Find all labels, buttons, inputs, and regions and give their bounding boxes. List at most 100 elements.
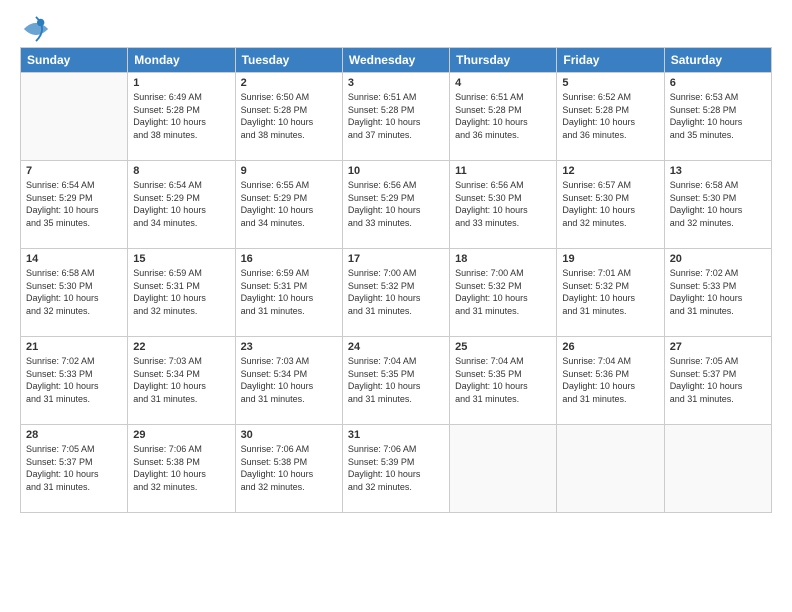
day-number: 11 [455,165,551,177]
calendar-cell [664,425,771,513]
calendar-cell: 15Sunrise: 6:59 AMSunset: 5:31 PMDayligh… [128,249,235,337]
day-number: 23 [241,341,337,353]
calendar-header-sunday: Sunday [21,48,128,73]
day-number: 17 [348,253,444,265]
calendar-cell: 12Sunrise: 6:57 AMSunset: 5:30 PMDayligh… [557,161,664,249]
calendar-cell: 16 Sunrise: 6:59 AMSunset: 5:31 PMDayligh… [235,249,342,337]
calendar-cell: 17 Sunrise: 7:00 AMSunset: 5:32 PMDayligh… [342,249,449,337]
day-info: Sunrise: 7:03 AMSunset: 5:34 PMDaylight:… [133,355,229,405]
day-number: 15 [133,253,229,265]
calendar-cell: 26 Sunrise: 7:04 AMSunset: 5:36 PMDayligh… [557,337,664,425]
calendar-header-wednesday: Wednesday [342,48,449,73]
day-number: 21 [26,341,122,353]
calendar-cell: 29 Sunrise: 7:06 AMSunset: 5:38 PMDayligh… [128,425,235,513]
calendar-cell: 24 Sunrise: 7:04 AMSunset: 5:35 PMDayligh… [342,337,449,425]
day-number: 22 [133,341,229,353]
calendar-cell [21,73,128,161]
calendar-cell: 10 Sunrise: 6:56 AMSunset: 5:29 PMDayligh… [342,161,449,249]
day-info: Sunrise: 7:01 AMSunset: 5:32 PMDaylight:… [562,267,658,317]
day-info: Sunrise: 6:50 AMSunset: 5:28 PMDaylight:… [241,91,337,141]
calendar-header-row: SundayMondayTuesdayWednesdayThursdayFrid… [21,48,772,73]
day-number: 18 [455,253,551,265]
page: SundayMondayTuesdayWednesdayThursdayFrid… [0,0,792,612]
day-info: Sunrise: 6:59 AMSunset: 5:31 PMDaylight:… [241,267,337,317]
day-number: 27 [670,341,766,353]
day-info: Sunrise: 6:58 AMSunset: 5:30 PMDaylight:… [670,179,766,229]
day-info: Sunrise: 6:52 AMSunset: 5:28 PMDaylight:… [562,91,658,141]
logo-icon [22,15,50,43]
day-number: 13 [670,165,766,177]
calendar-cell: 3 Sunrise: 6:51 AMSunset: 5:28 PMDaylight… [342,73,449,161]
day-info: Sunrise: 6:54 AMSunset: 5:29 PMDaylight:… [26,179,122,229]
calendar-week-3: 14Sunrise: 6:58 AMSunset: 5:30 PMDayligh… [21,249,772,337]
day-info: Sunrise: 7:03 AMSunset: 5:34 PMDaylight:… [241,355,337,405]
day-info: Sunrise: 7:02 AMSunset: 5:33 PMDaylight:… [26,355,122,405]
calendar-cell: 28Sunrise: 7:05 AMSunset: 5:37 PMDayligh… [21,425,128,513]
day-number: 16 [241,253,337,265]
day-number: 6 [670,77,766,89]
calendar-cell: 5 Sunrise: 6:52 AMSunset: 5:28 PMDaylight… [557,73,664,161]
calendar-week-1: 1Sunrise: 6:49 AMSunset: 5:28 PMDaylight… [21,73,772,161]
calendar-cell: 20Sunrise: 7:02 AMSunset: 5:33 PMDayligh… [664,249,771,337]
calendar-cell: 25Sunrise: 7:04 AMSunset: 5:35 PMDayligh… [450,337,557,425]
calendar-cell: 22 Sunrise: 7:03 AMSunset: 5:34 PMDayligh… [128,337,235,425]
day-number: 10 [348,165,444,177]
day-info: Sunrise: 7:06 AMSunset: 5:39 PMDaylight:… [348,443,444,493]
day-info: Sunrise: 6:53 AMSunset: 5:28 PMDaylight:… [670,91,766,141]
calendar-week-2: 7 Sunrise: 6:54 AMSunset: 5:29 PMDaylight… [21,161,772,249]
day-info: Sunrise: 7:04 AMSunset: 5:35 PMDaylight:… [455,355,551,405]
header [20,15,772,37]
day-info: Sunrise: 6:51 AMSunset: 5:28 PMDaylight:… [348,91,444,141]
day-number: 24 [348,341,444,353]
calendar-header-monday: Monday [128,48,235,73]
day-info: Sunrise: 6:55 AMSunset: 5:29 PMDaylight:… [241,179,337,229]
day-number: 5 [562,77,658,89]
day-number: 14 [26,253,122,265]
calendar-header-saturday: Saturday [664,48,771,73]
calendar-cell: 2 Sunrise: 6:50 AMSunset: 5:28 PMDaylight… [235,73,342,161]
day-info: Sunrise: 7:05 AMSunset: 5:37 PMDaylight:… [670,355,766,405]
calendar-cell: 23 Sunrise: 7:03 AMSunset: 5:34 PMDayligh… [235,337,342,425]
calendar: SundayMondayTuesdayWednesdayThursdayFrid… [20,47,772,513]
day-number: 2 [241,77,337,89]
calendar-cell: 4 Sunrise: 6:51 AMSunset: 5:28 PMDaylight… [450,73,557,161]
calendar-cell: 19Sunrise: 7:01 AMSunset: 5:32 PMDayligh… [557,249,664,337]
day-number: 29 [133,429,229,441]
day-number: 20 [670,253,766,265]
day-number: 26 [562,341,658,353]
calendar-header-friday: Friday [557,48,664,73]
day-number: 7 [26,165,122,177]
calendar-cell: 7 Sunrise: 6:54 AMSunset: 5:29 PMDaylight… [21,161,128,249]
day-info: Sunrise: 7:04 AMSunset: 5:36 PMDaylight:… [562,355,658,405]
day-number: 8 [133,165,229,177]
day-number: 3 [348,77,444,89]
day-number: 9 [241,165,337,177]
calendar-cell: 9 Sunrise: 6:55 AMSunset: 5:29 PMDaylight… [235,161,342,249]
day-info: Sunrise: 6:54 AMSunset: 5:29 PMDaylight:… [133,179,229,229]
calendar-cell [557,425,664,513]
calendar-cell: 27 Sunrise: 7:05 AMSunset: 5:37 PMDayligh… [664,337,771,425]
day-info: Sunrise: 6:51 AMSunset: 5:28 PMDaylight:… [455,91,551,141]
day-info: Sunrise: 6:56 AMSunset: 5:29 PMDaylight:… [348,179,444,229]
day-number: 4 [455,77,551,89]
calendar-header-tuesday: Tuesday [235,48,342,73]
calendar-cell: 31Sunrise: 7:06 AMSunset: 5:39 PMDayligh… [342,425,449,513]
day-info: Sunrise: 7:04 AMSunset: 5:35 PMDaylight:… [348,355,444,405]
day-info: Sunrise: 6:56 AMSunset: 5:30 PMDaylight:… [455,179,551,229]
calendar-cell: 6 Sunrise: 6:53 AMSunset: 5:28 PMDaylight… [664,73,771,161]
day-info: Sunrise: 7:00 AMSunset: 5:32 PMDaylight:… [455,267,551,317]
day-info: Sunrise: 7:05 AMSunset: 5:37 PMDaylight:… [26,443,122,493]
calendar-cell: 30 Sunrise: 7:06 AMSunset: 5:38 PMDayligh… [235,425,342,513]
day-info: Sunrise: 6:49 AMSunset: 5:28 PMDaylight:… [133,91,229,141]
logo [20,15,50,37]
day-info: Sunrise: 7:06 AMSunset: 5:38 PMDaylight:… [241,443,337,493]
calendar-cell [450,425,557,513]
day-info: Sunrise: 6:57 AMSunset: 5:30 PMDaylight:… [562,179,658,229]
calendar-cell: 1Sunrise: 6:49 AMSunset: 5:28 PMDaylight… [128,73,235,161]
calendar-cell: 13 Sunrise: 6:58 AMSunset: 5:30 PMDayligh… [664,161,771,249]
day-info: Sunrise: 7:00 AMSunset: 5:32 PMDaylight:… [348,267,444,317]
calendar-header-thursday: Thursday [450,48,557,73]
day-info: Sunrise: 7:06 AMSunset: 5:38 PMDaylight:… [133,443,229,493]
day-number: 30 [241,429,337,441]
calendar-cell: 21 Sunrise: 7:02 AMSunset: 5:33 PMDayligh… [21,337,128,425]
